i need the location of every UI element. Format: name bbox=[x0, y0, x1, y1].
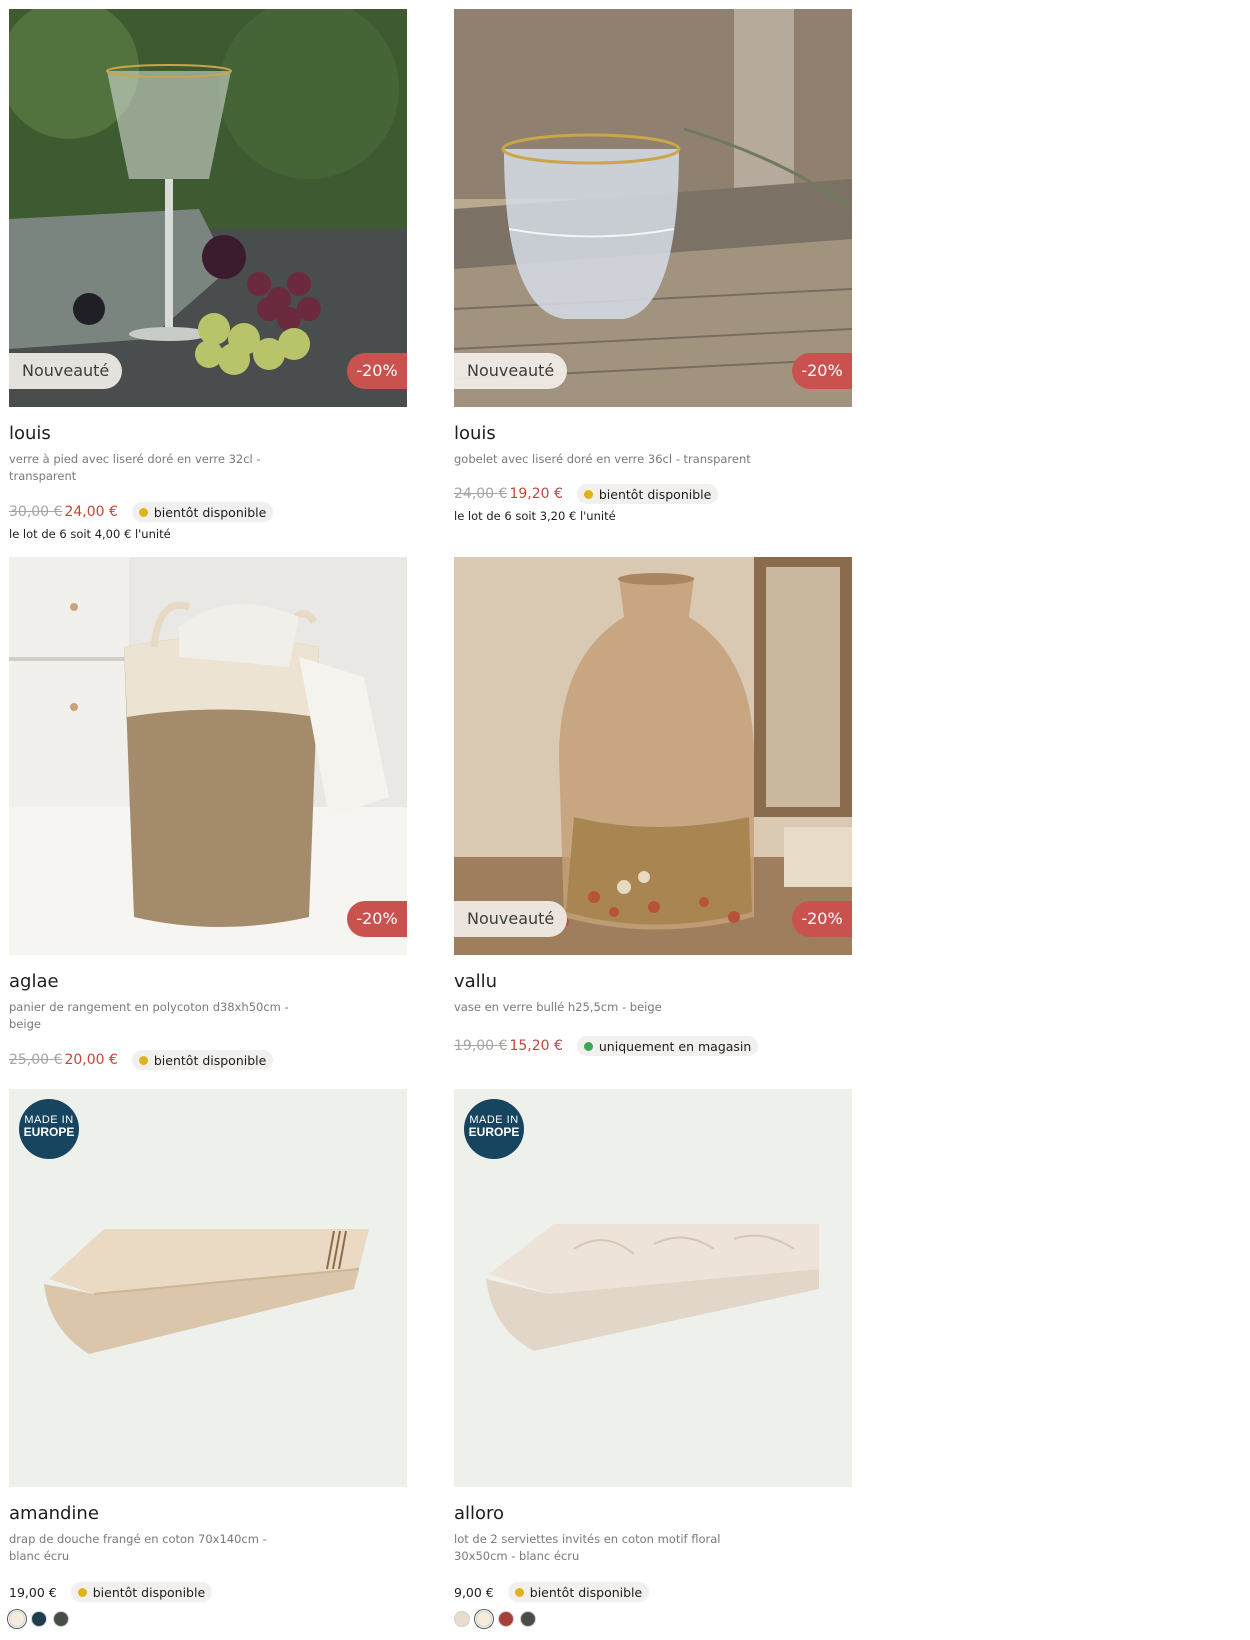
product-description: gobelet avec liseré doré en verre 36cl -… bbox=[454, 452, 751, 466]
product-card[interactable]: MADE IN EUROPE amandine drap de douche f… bbox=[9, 1089, 407, 1627]
color-swatch[interactable] bbox=[520, 1611, 536, 1627]
availability-badge: bientôt disponible bbox=[576, 484, 719, 504]
old-price: 24,00 € bbox=[454, 486, 508, 502]
product-name[interactable]: alloro bbox=[454, 1503, 852, 1525]
color-swatch[interactable] bbox=[53, 1611, 69, 1627]
storage-basket-photo bbox=[9, 557, 407, 955]
product-description: verre à pied avec liseré doré en verre 3… bbox=[9, 452, 261, 483]
product-card[interactable]: MADE IN EUROPE alloro lot de 2 serviette… bbox=[454, 1089, 852, 1627]
status-dot-icon bbox=[138, 507, 148, 517]
old-price: 19,00 € bbox=[454, 1038, 508, 1054]
availability-badge: uniquement en magasin bbox=[576, 1036, 759, 1056]
product-name[interactable]: vallu bbox=[454, 971, 852, 993]
color-swatch[interactable] bbox=[31, 1611, 47, 1627]
availability-label: bientôt disponible bbox=[529, 1584, 643, 1600]
price-row: 19,00 € 15,20 € uniquement en magasin bbox=[454, 1035, 852, 1057]
made-in-europe-badge: MADE IN EUROPE bbox=[464, 1099, 524, 1159]
price-row: 19,00 € bientôt disponible bbox=[9, 1581, 407, 1603]
product-card[interactable]: -20% aglae panier de rangement en polyco… bbox=[9, 557, 407, 1071]
discount-tag: -20% bbox=[792, 353, 852, 389]
color-swatch[interactable] bbox=[454, 1611, 470, 1627]
new-tag: Nouveauté bbox=[454, 353, 568, 389]
status-dot-icon bbox=[77, 1587, 87, 1597]
status-dot-icon bbox=[514, 1587, 524, 1597]
unit-price-note: le lot de 6 soit 4,00 € l'unité bbox=[9, 527, 171, 541]
availability-label: bientôt disponible bbox=[153, 1052, 267, 1068]
price-row: 30,00 € 24,00 € bientôt disponible bbox=[9, 501, 407, 523]
glass-vase-photo bbox=[454, 557, 852, 955]
price-row: 24,00 € 19,20 € bientôt disponible bbox=[454, 483, 852, 505]
product-image[interactable]: Nouveauté -20% bbox=[9, 9, 407, 407]
tumbler-glass-photo bbox=[454, 9, 852, 407]
product-card[interactable]: Nouveauté -20% louis gobelet avec liseré… bbox=[454, 9, 852, 523]
wine-glass-photo bbox=[9, 9, 407, 407]
old-price: 30,00 € bbox=[9, 504, 63, 520]
price-row: 9,00 € bientôt disponible bbox=[454, 1581, 852, 1603]
product-description: lot de 2 serviettes invités en coton mot… bbox=[454, 1532, 721, 1563]
price: 19,00 € bbox=[9, 1584, 57, 1600]
product-description: panier de rangement en polycoton d38xh50… bbox=[9, 1000, 289, 1031]
product-card[interactable]: Nouveauté -20% vallu vase en verre bullé… bbox=[454, 557, 852, 1057]
status-dot-icon bbox=[583, 489, 593, 499]
availability-label: bientôt disponible bbox=[153, 504, 267, 520]
product-image[interactable]: MADE IN EUROPE bbox=[454, 1089, 852, 1487]
availability-badge: bientôt disponible bbox=[507, 1582, 650, 1602]
color-swatches bbox=[454, 1611, 852, 1627]
product-image[interactable]: -20% bbox=[9, 557, 407, 955]
availability-badge: bientôt disponible bbox=[131, 502, 274, 522]
sale-price: 20,00 € bbox=[64, 1052, 118, 1068]
product-name[interactable]: amandine bbox=[9, 1503, 407, 1525]
discount-tag: -20% bbox=[347, 353, 407, 389]
status-dot-icon bbox=[583, 1041, 593, 1051]
product-name[interactable]: aglae bbox=[9, 971, 407, 993]
availability-badge: bientôt disponible bbox=[70, 1582, 213, 1602]
color-swatch[interactable] bbox=[9, 1611, 25, 1627]
availability-label: uniquement en magasin bbox=[598, 1038, 752, 1054]
product-name[interactable]: louis bbox=[9, 423, 407, 445]
color-swatches bbox=[9, 1611, 407, 1627]
discount-tag: -20% bbox=[792, 901, 852, 937]
made-in-europe-badge: MADE IN EUROPE bbox=[19, 1099, 79, 1159]
discount-tag: -20% bbox=[347, 901, 407, 937]
availability-label: bientôt disponible bbox=[92, 1584, 206, 1600]
sale-price: 24,00 € bbox=[64, 504, 118, 520]
new-tag: Nouveauté bbox=[9, 353, 123, 389]
product-description: vase en verre bullé h25,5cm - beige bbox=[454, 1000, 662, 1014]
product-card[interactable]: Nouveauté -20% louis verre à pied avec l… bbox=[9, 9, 407, 541]
unit-price-note: le lot de 6 soit 3,20 € l'unité bbox=[454, 509, 616, 523]
sale-price: 15,20 € bbox=[509, 1038, 563, 1054]
product-image[interactable]: Nouveauté -20% bbox=[454, 557, 852, 955]
price: 9,00 € bbox=[454, 1584, 494, 1600]
product-name[interactable]: louis bbox=[454, 423, 852, 445]
new-tag: Nouveauté bbox=[454, 901, 568, 937]
color-swatch[interactable] bbox=[476, 1611, 492, 1627]
status-dot-icon bbox=[138, 1055, 148, 1065]
product-image[interactable]: MADE IN EUROPE bbox=[9, 1089, 407, 1487]
product-image[interactable]: Nouveauté -20% bbox=[454, 9, 852, 407]
old-price: 25,00 € bbox=[9, 1052, 63, 1068]
price-row: 25,00 € 20,00 € bientôt disponible bbox=[9, 1049, 407, 1071]
sale-price: 19,20 € bbox=[509, 486, 563, 502]
availability-badge: bientôt disponible bbox=[131, 1050, 274, 1070]
product-description: drap de douche frangé en coton 70x140cm … bbox=[9, 1532, 267, 1563]
color-swatch[interactable] bbox=[498, 1611, 514, 1627]
availability-label: bientôt disponible bbox=[598, 486, 712, 502]
